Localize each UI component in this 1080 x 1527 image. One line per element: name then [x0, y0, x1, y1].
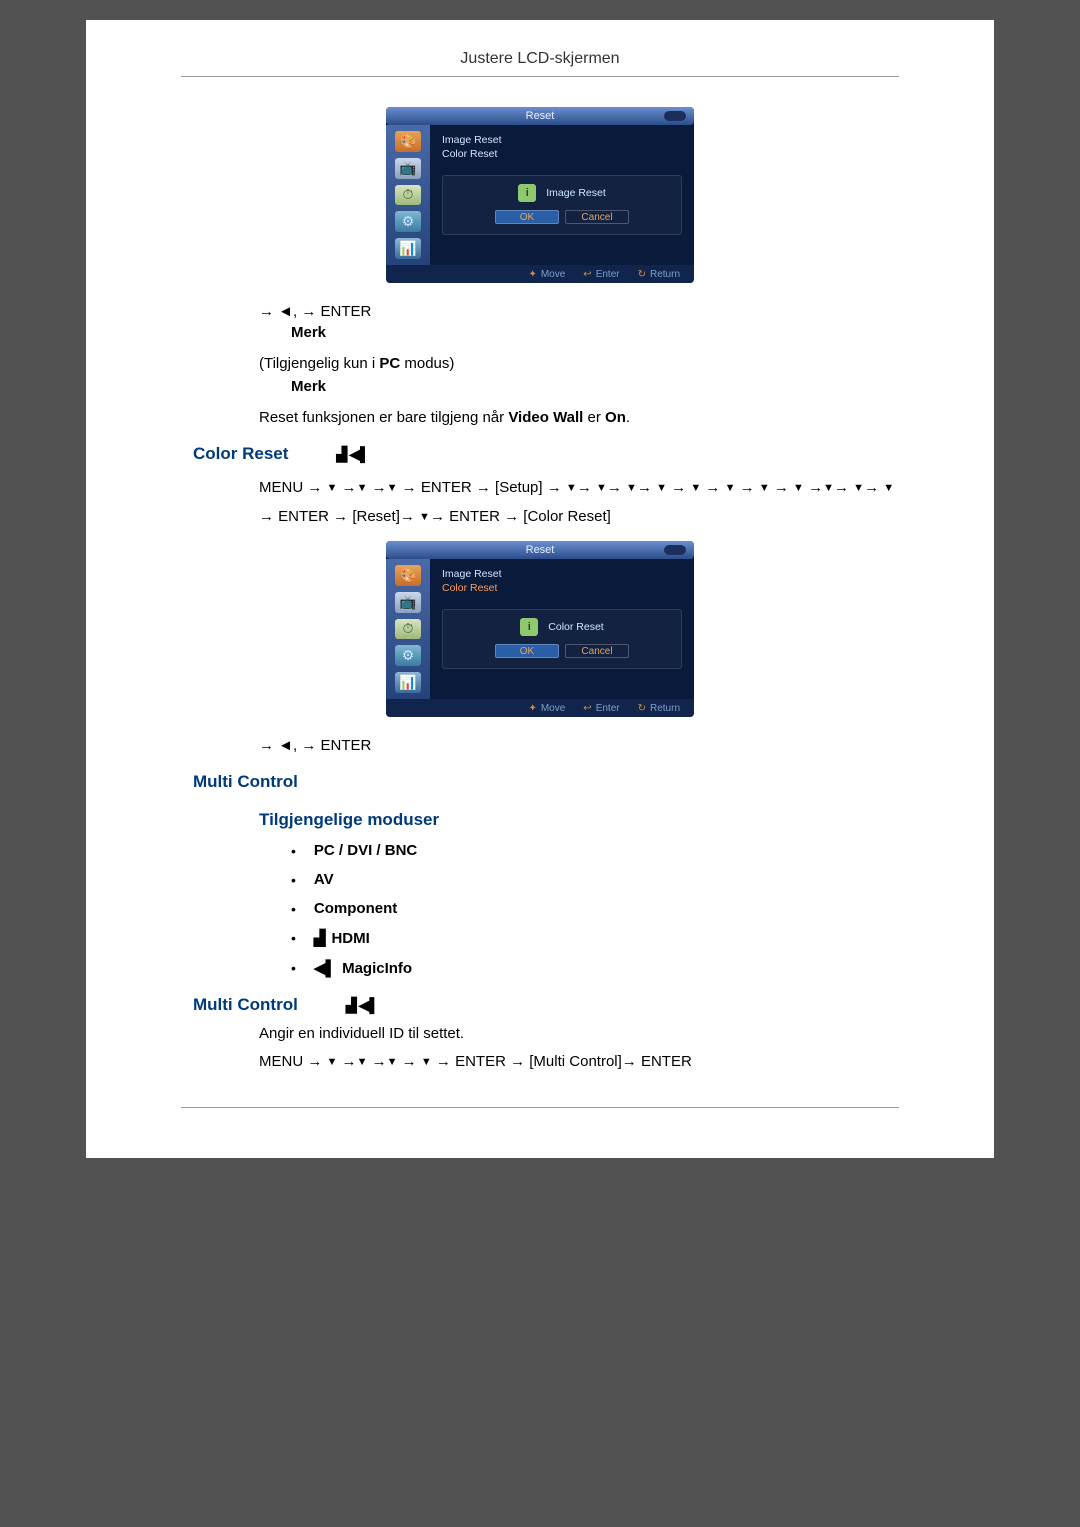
osd-footer-enter: Enter — [583, 703, 619, 714]
menu-path: MENU → ▼ →▼ →▼ → ▼ → ENTER → [Multi Cont… — [259, 1048, 899, 1077]
osd-side-icon: ⏱ — [395, 619, 421, 640]
divider — [181, 1107, 899, 1108]
osd-menu-item: Image Reset — [442, 567, 682, 581]
osd-footer-return: Return — [638, 269, 680, 280]
magicinfo-icon: ◀▌ — [359, 997, 380, 1014]
mode-item: ▟HDMI — [291, 929, 899, 947]
osd-side-icon: ⏱ — [395, 185, 421, 206]
osd-screenshot-image-reset: Reset 🎨 📺 ⏱ ⚙ 📊 Image Reset Color Reset — [386, 107, 694, 283]
mode-item: Component — [291, 900, 899, 917]
osd-ok-button: OK — [495, 210, 559, 224]
section-title-color-reset: Color Reset ▟ ◀▌ — [193, 444, 899, 464]
mode-item: AV — [291, 871, 899, 888]
osd-cancel-button: Cancel — [565, 210, 629, 224]
nav-sequence: → ◄, → ENTER — [259, 303, 899, 320]
note-label: Merk — [291, 378, 899, 395]
body-text: Angir en individuell ID til settet. — [259, 1025, 899, 1042]
osd-footer-move: Move — [528, 269, 565, 280]
hdmi-icon: ▟ — [314, 929, 326, 947]
body-text: Reset funksjonen er bare tilgjeng når Vi… — [259, 409, 899, 426]
osd-ok-button: OK — [495, 644, 559, 658]
osd-title: Reset — [526, 110, 555, 122]
osd-side-icon: 🎨 — [395, 131, 421, 152]
info-icon: i — [518, 184, 536, 202]
osd-side-icon: 📺 — [395, 592, 421, 613]
osd-side-icon: 🎨 — [395, 565, 421, 586]
mode-item: ◀▌MagicInfo — [291, 959, 899, 977]
osd-side-icon: 📺 — [395, 158, 421, 179]
nav-sequence: → ◄, → ENTER — [259, 737, 899, 754]
osd-footer-move: Move — [528, 703, 565, 714]
osd-decoration — [664, 545, 686, 555]
page-header: Justere LCD-skjermen — [86, 50, 994, 76]
osd-title: Reset — [526, 544, 555, 556]
osd-footer-enter: Enter — [583, 269, 619, 280]
osd-dialog: i Color Reset OK Cancel — [442, 609, 682, 669]
osd-dialog-title: Image Reset — [546, 187, 606, 199]
osd-side-icon: ⚙ — [395, 211, 421, 232]
osd-side-icon: ⚙ — [395, 645, 421, 666]
body-text: (Tilgjengelig kun i PC modus) — [259, 355, 899, 372]
note-label: Merk — [291, 324, 899, 341]
section-subtitle-modes: Tilgjengelige moduser — [259, 810, 899, 830]
osd-side-icon: 📊 — [395, 238, 421, 259]
osd-menu-item: Color Reset — [442, 147, 682, 161]
hdmi-icon: ▟ — [336, 446, 347, 463]
mode-item: PC / DVI / BNC — [291, 842, 899, 859]
osd-dialog: i Image Reset OK Cancel — [442, 175, 682, 235]
modes-list: PC / DVI / BNC AV Component ▟HDMI ◀▌Magi… — [291, 842, 899, 977]
osd-menu-item: Image Reset — [442, 133, 682, 147]
magicinfo-icon: ◀▌ — [314, 959, 336, 977]
osd-dialog-title: Color Reset — [548, 621, 603, 633]
osd-screenshot-color-reset: Reset 🎨 📺 ⏱ ⚙ 📊 Image Reset Color Reset — [386, 541, 694, 717]
divider — [181, 76, 899, 77]
section-title-multi-control: Multi Control — [193, 772, 899, 792]
hdmi-icon: ▟ — [346, 997, 357, 1014]
osd-decoration — [664, 111, 686, 121]
section-title-multi-control-2: Multi Control ▟ ◀▌ — [193, 995, 899, 1015]
menu-path: MENU → ▼ →▼ →▼ → ENTER → [Setup] → ▼→ ▼→… — [259, 474, 899, 531]
osd-cancel-button: Cancel — [565, 644, 629, 658]
magicinfo-icon: ◀▌ — [349, 446, 370, 463]
osd-footer-return: Return — [638, 703, 680, 714]
osd-side-icon: 📊 — [395, 672, 421, 693]
info-icon: i — [520, 618, 538, 636]
osd-menu-item: Color Reset — [442, 581, 682, 595]
